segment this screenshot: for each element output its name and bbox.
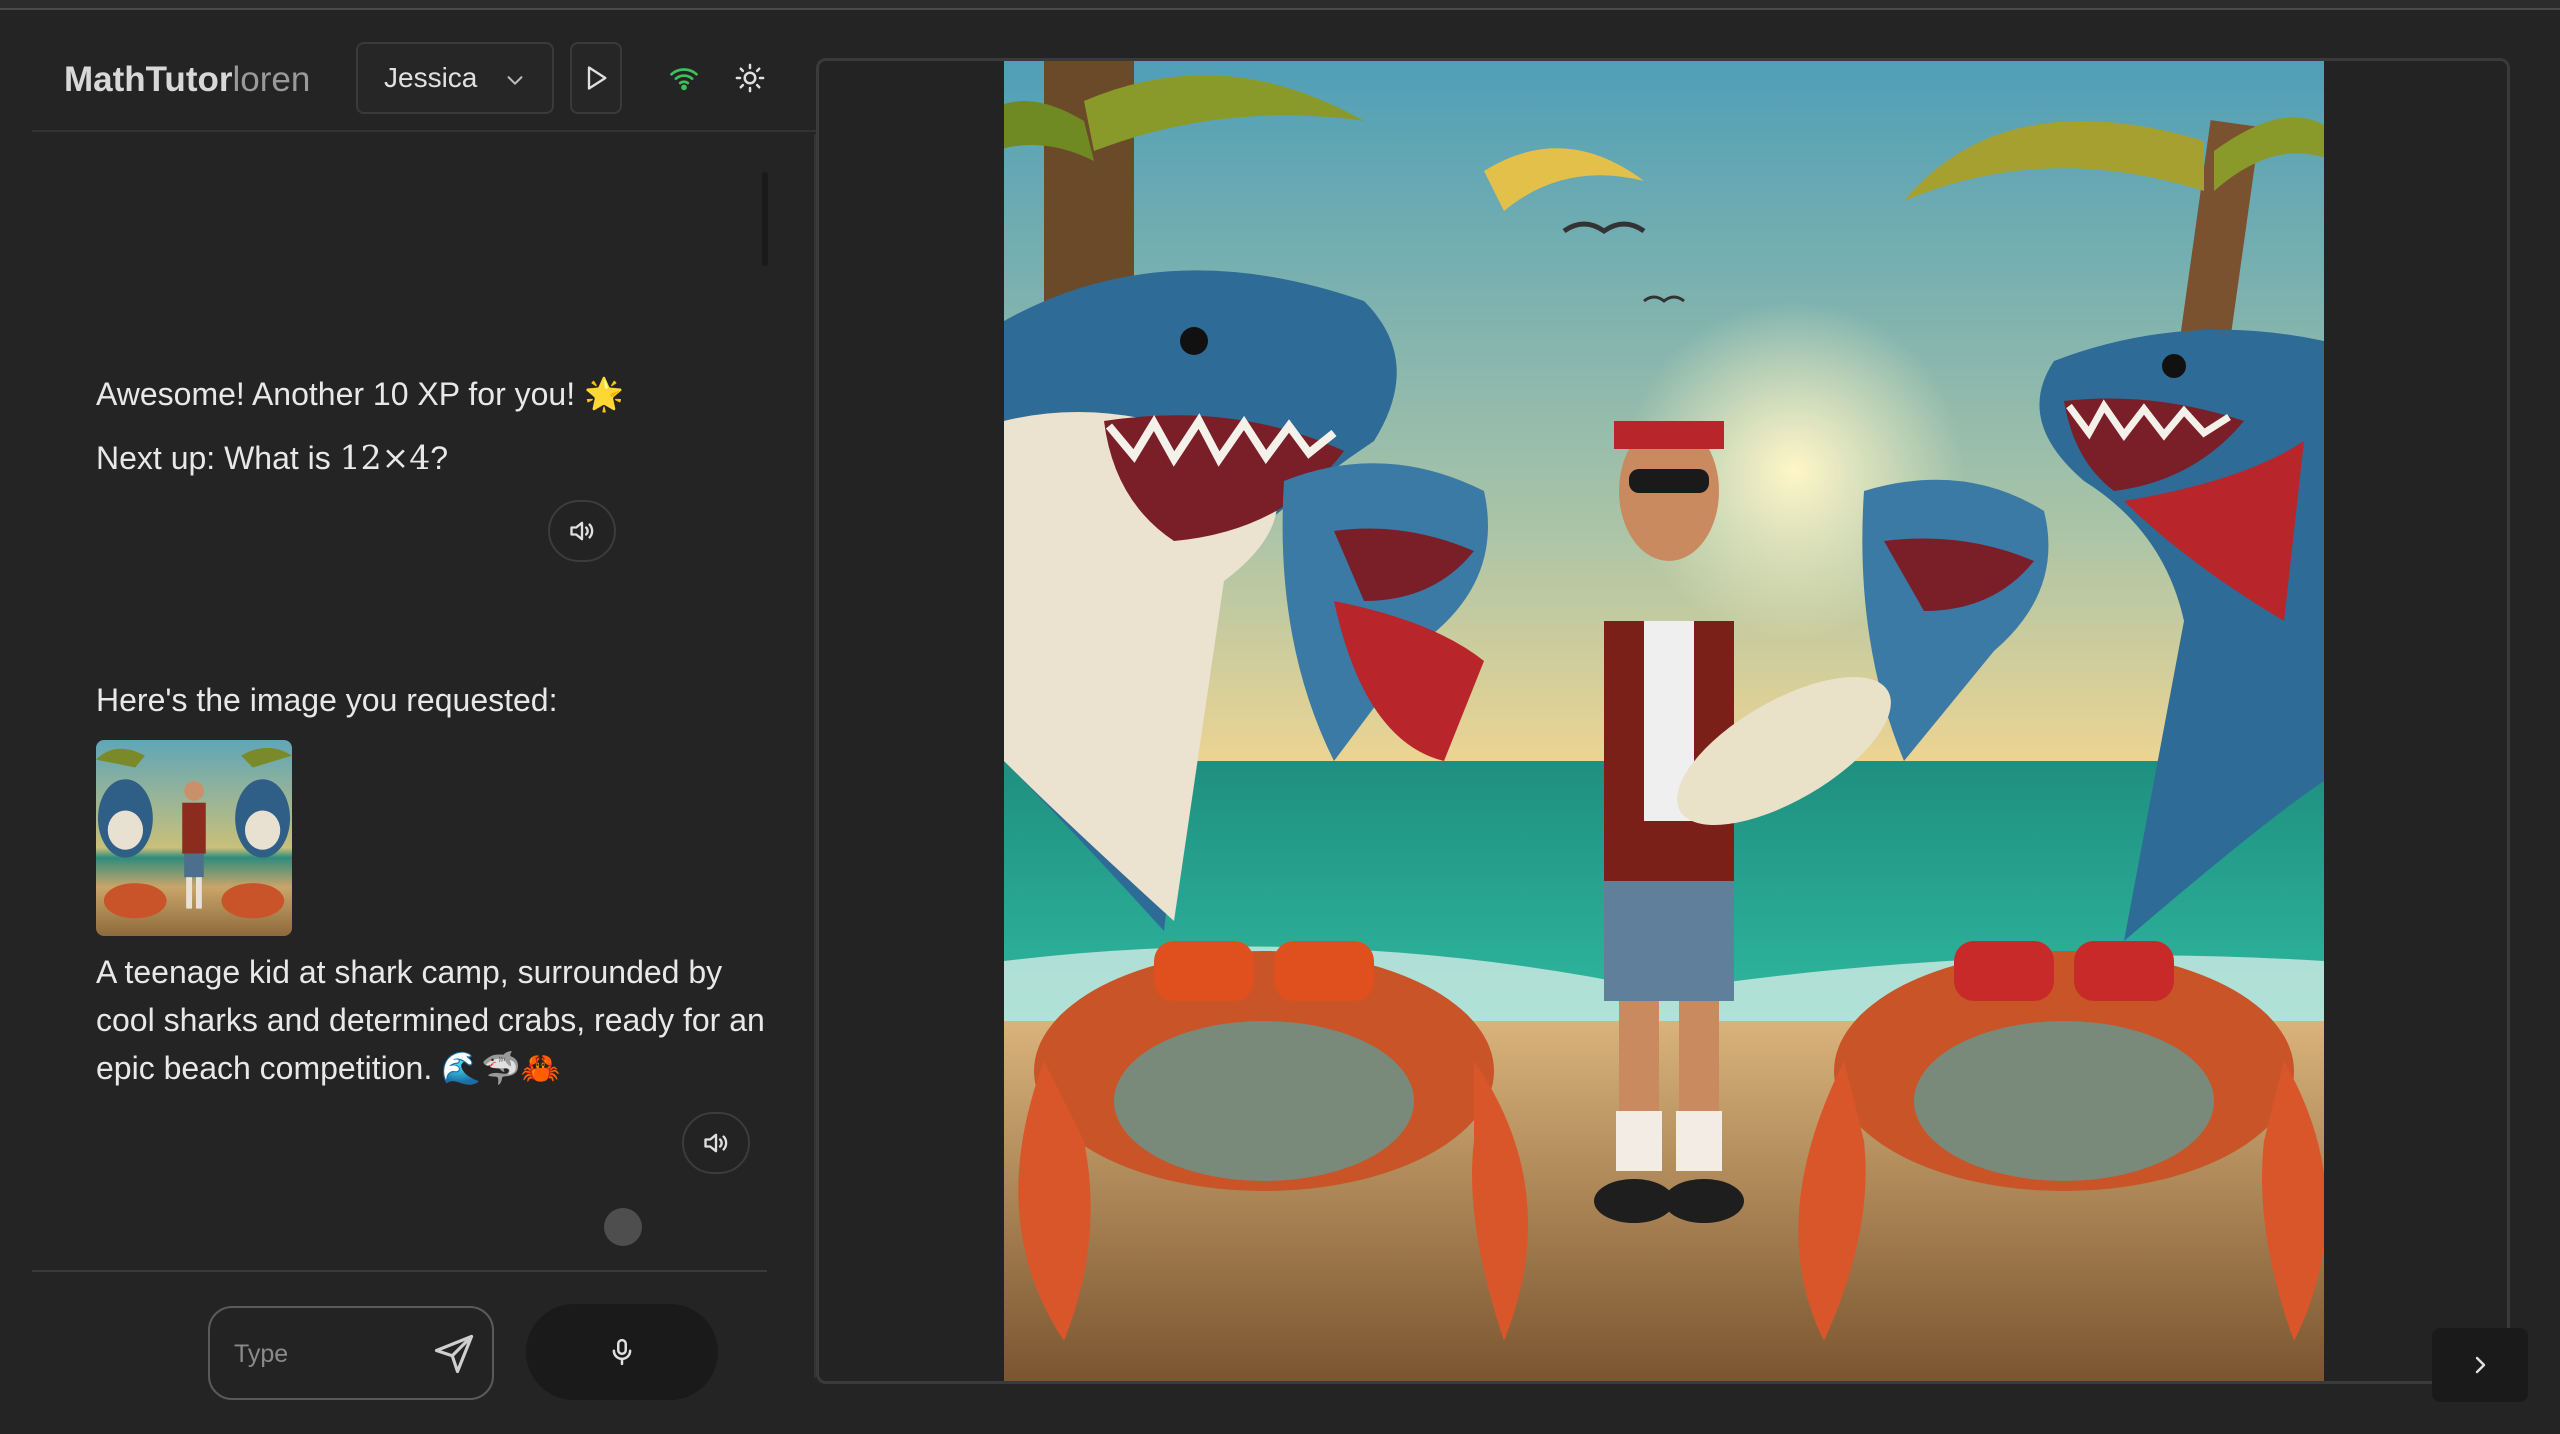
- chevron-right-icon: [2475, 1356, 2486, 1374]
- shark-camp-illustration: [1004, 61, 2324, 1381]
- speak-caption-button[interactable]: [682, 1112, 750, 1174]
- image-caption: A teenage kid at shark camp, surrounded …: [96, 954, 765, 1086]
- composer-divider: [32, 1270, 767, 1272]
- chat-scrollbar-thumb[interactable]: [762, 172, 768, 266]
- speaker-icon: [704, 1133, 728, 1153]
- thumbnail-artwork: [96, 740, 292, 936]
- question-text: Next up: What is 12×4?: [96, 434, 767, 482]
- message-input[interactable]: [234, 1332, 404, 1376]
- generated-image-thumbnail[interactable]: [96, 740, 292, 936]
- brand-main: MathTutor: [64, 60, 233, 99]
- app-header: MathTutorloren Jessica: [32, 42, 894, 132]
- play-icon: [587, 66, 607, 90]
- voice-input-button[interactable]: [526, 1304, 718, 1400]
- wifi-button[interactable]: [666, 60, 702, 96]
- chevron-down-icon: [507, 76, 523, 85]
- send-button[interactable]: [432, 1332, 476, 1376]
- tutor-message-xp: Awesome! Another 10 XP for you! 🌟 Next u…: [96, 370, 767, 482]
- speaker-icon: [570, 521, 594, 541]
- chat-panel[interactable]: Awesome! Another 10 XP for you! 🌟 Next u…: [32, 134, 767, 1270]
- app-logo: MathTutorloren: [64, 60, 310, 100]
- next-image-button[interactable]: [2432, 1328, 2528, 1402]
- wifi-icon: [670, 68, 698, 91]
- user-select[interactable]: Jessica: [356, 42, 554, 114]
- user-select-value: Jessica: [384, 62, 478, 93]
- question-suffix: ?: [430, 440, 449, 476]
- speak-message-button[interactable]: [548, 500, 616, 562]
- image-intro-text: Here's the image you requested:: [96, 682, 558, 718]
- typing-indicator: [604, 1208, 642, 1246]
- question-prefix: Next up: What is: [96, 440, 340, 476]
- math-expression: 12×4: [339, 438, 431, 477]
- play-button[interactable]: [570, 42, 622, 114]
- window-top-edge: [0, 0, 2560, 10]
- message-composer: [208, 1306, 494, 1400]
- brand-sub: loren: [232, 60, 311, 99]
- brightness-icon: [735, 63, 765, 93]
- send-icon: [434, 1334, 474, 1374]
- xp-message-text: Awesome! Another 10 XP for you! 🌟: [96, 376, 624, 412]
- microphone-icon: [612, 1338, 632, 1366]
- generated-image-large[interactable]: [1004, 61, 2324, 1381]
- brightness-button[interactable]: [732, 60, 768, 96]
